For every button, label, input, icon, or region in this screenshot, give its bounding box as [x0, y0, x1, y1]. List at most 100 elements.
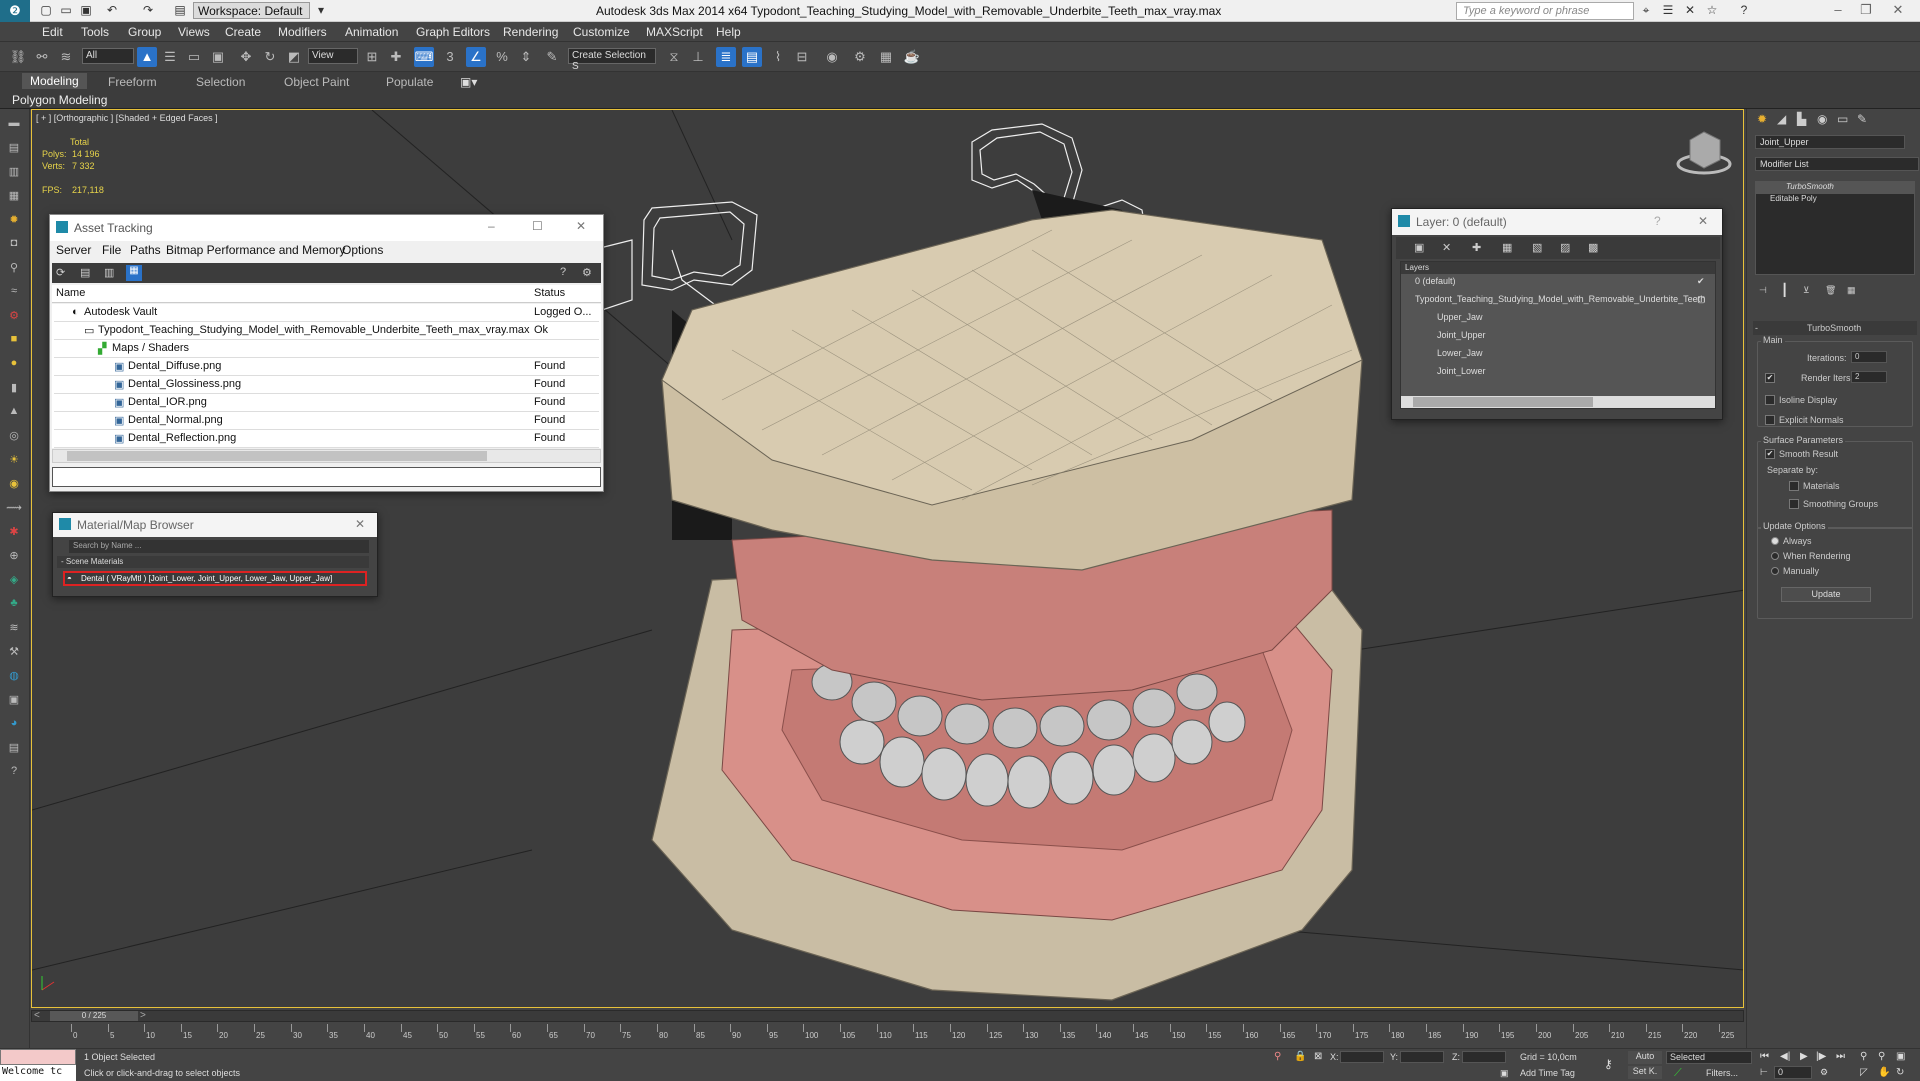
auto-key-button[interactable]: Auto: [1628, 1051, 1662, 1064]
menu-bitmap-performance[interactable]: Bitmap Performance and Memory: [166, 243, 345, 257]
menu-views[interactable]: Views: [178, 25, 210, 39]
mirror-icon[interactable]: ⧖: [664, 47, 684, 67]
layers-column-header[interactable]: Layers: [1401, 262, 1715, 274]
menu-file[interactable]: File: [102, 243, 121, 257]
reference-coordinate-dropdown[interactable]: View: [308, 48, 358, 64]
next-frame-icon[interactable]: >: [140, 1010, 146, 1021]
material-browser-titlebar[interactable]: Material/Map Browser ✕: [53, 513, 377, 537]
next-key-icon[interactable]: |▶: [1816, 1051, 1826, 1062]
redo-icon[interactable]: ↷: [140, 3, 156, 18]
bind-spacewarp-icon[interactable]: ≋: [56, 47, 76, 67]
asset-tracking-window[interactable]: Asset Tracking – ☐ ✕ Server File Paths B…: [49, 214, 604, 492]
table-row[interactable]: ▣ Dental_Reflection.png Found: [54, 430, 599, 448]
menu-modifiers[interactable]: Modifiers: [278, 25, 327, 39]
x-coordinate-field[interactable]: [1340, 1051, 1384, 1063]
play-icon[interactable]: ▶: [1800, 1051, 1808, 1062]
search-input[interactable]: Type a keyword or phrase: [1456, 2, 1634, 20]
undo-icon[interactable]: ↶: [104, 3, 120, 18]
keyboard-shortcut-override-icon[interactable]: ⌨: [414, 47, 434, 67]
close-button[interactable]: ✕: [355, 517, 365, 531]
select-object-icon[interactable]: ▲: [137, 47, 157, 67]
rotate-icon[interactable]: ↻: [260, 47, 280, 67]
binoculars-icon[interactable]: ⌖: [1638, 3, 1654, 18]
zoom-all-icon[interactable]: ⚲: [1878, 1051, 1885, 1062]
window-crossing-icon[interactable]: ▣: [208, 47, 228, 67]
select-manipulate-icon[interactable]: ✚: [386, 47, 406, 67]
layer-manager-icon[interactable]: ≣: [716, 47, 736, 67]
stack-item-editable-poly[interactable]: Editable Poly: [1756, 194, 1914, 206]
remove-modifier-icon[interactable]: 🗑: [1825, 285, 1836, 296]
maximize-button[interactable]: ☐: [532, 219, 543, 233]
rectangular-selection-icon[interactable]: ▭: [184, 47, 204, 67]
minimize-button[interactable]: –: [1824, 2, 1852, 20]
render-icon[interactable]: ▣: [6, 693, 22, 709]
scale-icon[interactable]: ◩: [284, 47, 304, 67]
column-header-name[interactable]: Name: [56, 287, 85, 299]
manually-radio[interactable]: [1771, 567, 1779, 575]
key-icon[interactable]: ⚷: [1604, 1057, 1613, 1071]
dynamics-icon[interactable]: ◈: [6, 573, 22, 589]
modify-icon[interactable]: ▤: [6, 141, 22, 157]
previous-key-icon[interactable]: ◀|: [1780, 1051, 1790, 1062]
set-key-button[interactable]: Set K.: [1628, 1066, 1662, 1079]
table-row[interactable]: ▣ Dental_Diffuse.png Found: [54, 358, 599, 376]
menu-maxscript[interactable]: MAXScript: [646, 25, 703, 39]
utilities-icon[interactable]: ⚒: [6, 645, 22, 661]
motion-icon[interactable]: ▦: [6, 189, 22, 205]
edit-named-selections-icon[interactable]: ✎: [542, 47, 562, 67]
table-row[interactable]: ▣ Dental_Glossiness.png Found: [54, 376, 599, 394]
render-setup-icon[interactable]: ⚙: [850, 47, 870, 67]
help-icon[interactable]: ?: [560, 266, 566, 278]
chevron-down-icon[interactable]: ▾: [313, 3, 329, 18]
add-to-layer-icon[interactable]: ✚: [1472, 241, 1481, 254]
light-icon[interactable]: ✹: [6, 213, 22, 229]
freeze-all-icon[interactable]: ▩: [1588, 241, 1598, 254]
command-create-icon[interactable]: ▬: [6, 117, 22, 133]
show-end-result-icon[interactable]: ┃: [1781, 283, 1788, 297]
tree-view-icon[interactable]: ▥: [104, 266, 114, 279]
refresh-icon[interactable]: ⟳: [56, 266, 65, 279]
asset-tracking-titlebar[interactable]: Asset Tracking – ☐ ✕: [50, 215, 603, 241]
menu-create[interactable]: Create: [225, 25, 261, 39]
tab-modeling[interactable]: Modeling: [22, 73, 87, 89]
close-button[interactable]: ✕: [576, 219, 586, 233]
table-row[interactable]: ▣ Dental_Normal.png Found: [54, 412, 599, 430]
new-layer-icon[interactable]: ▣: [1414, 241, 1424, 254]
align-icon[interactable]: ⊥: [688, 47, 708, 67]
orbit-icon[interactable]: ↻: [1896, 1067, 1904, 1078]
schematic-view-icon[interactable]: ⊟: [792, 47, 812, 67]
minimize-button[interactable]: –: [488, 219, 495, 233]
current-frame-field[interactable]: 0: [1774, 1066, 1812, 1079]
menu-customize[interactable]: Customize: [573, 25, 630, 39]
frame-counter[interactable]: 0 / 225: [50, 1011, 138, 1021]
isolate-selection-icon[interactable]: ⚲: [1274, 1051, 1281, 1062]
unlink-icon[interactable]: ⚯: [32, 47, 52, 67]
help-icon[interactable]: ?: [1736, 3, 1752, 18]
hierarchy-icon[interactable]: ▥: [6, 165, 22, 181]
go-to-start-icon[interactable]: ⏮: [1760, 1051, 1769, 1062]
menu-edit[interactable]: Edit: [42, 25, 63, 39]
spacewarp-icon[interactable]: ≈: [6, 285, 22, 301]
when-rendering-radio[interactable]: [1771, 552, 1779, 560]
open-file-icon[interactable]: ▭: [58, 3, 74, 18]
material-editor-icon[interactable]: ◉: [822, 47, 842, 67]
turbosmooth-rollout-header[interactable]: - TurboSmooth: [1753, 321, 1917, 335]
selection-filter-dropdown[interactable]: All: [82, 48, 134, 64]
field-of-view-icon[interactable]: ◸: [1860, 1067, 1868, 1078]
layer-object-joint-upper[interactable]: Joint_Upper: [1437, 330, 1486, 340]
z-coordinate-field[interactable]: [1462, 1051, 1506, 1063]
new-file-icon[interactable]: ▢: [38, 3, 54, 18]
select-by-name-icon[interactable]: ☰: [160, 47, 180, 67]
shapes-icon[interactable]: ⟿: [6, 501, 22, 517]
table-row[interactable]: ▣ Dental_IOR.png Found: [54, 394, 599, 412]
communication-icon[interactable]: ✕: [1682, 3, 1698, 18]
material-map-browser-window[interactable]: Material/Map Browser ✕ Search by Name ..…: [52, 512, 378, 597]
tag-icon[interactable]: ▣: [1500, 1068, 1509, 1079]
render-iters-spinner[interactable]: 2: [1851, 371, 1887, 383]
menu-options[interactable]: Options: [342, 243, 383, 257]
smooth-result-checkbox[interactable]: ✔: [1765, 449, 1775, 459]
object-name-field[interactable]: Joint_Upper: [1755, 135, 1905, 149]
maxscript-listener-input[interactable]: Welcome tc: [0, 1065, 76, 1081]
layer-manager-window[interactable]: Layer: 0 (default) ? ✕ ▣ ✕ ✚ ▦ ▧ ▨ ▩ Lay…: [1391, 208, 1723, 420]
table-view-icon[interactable]: ▦: [126, 265, 142, 281]
